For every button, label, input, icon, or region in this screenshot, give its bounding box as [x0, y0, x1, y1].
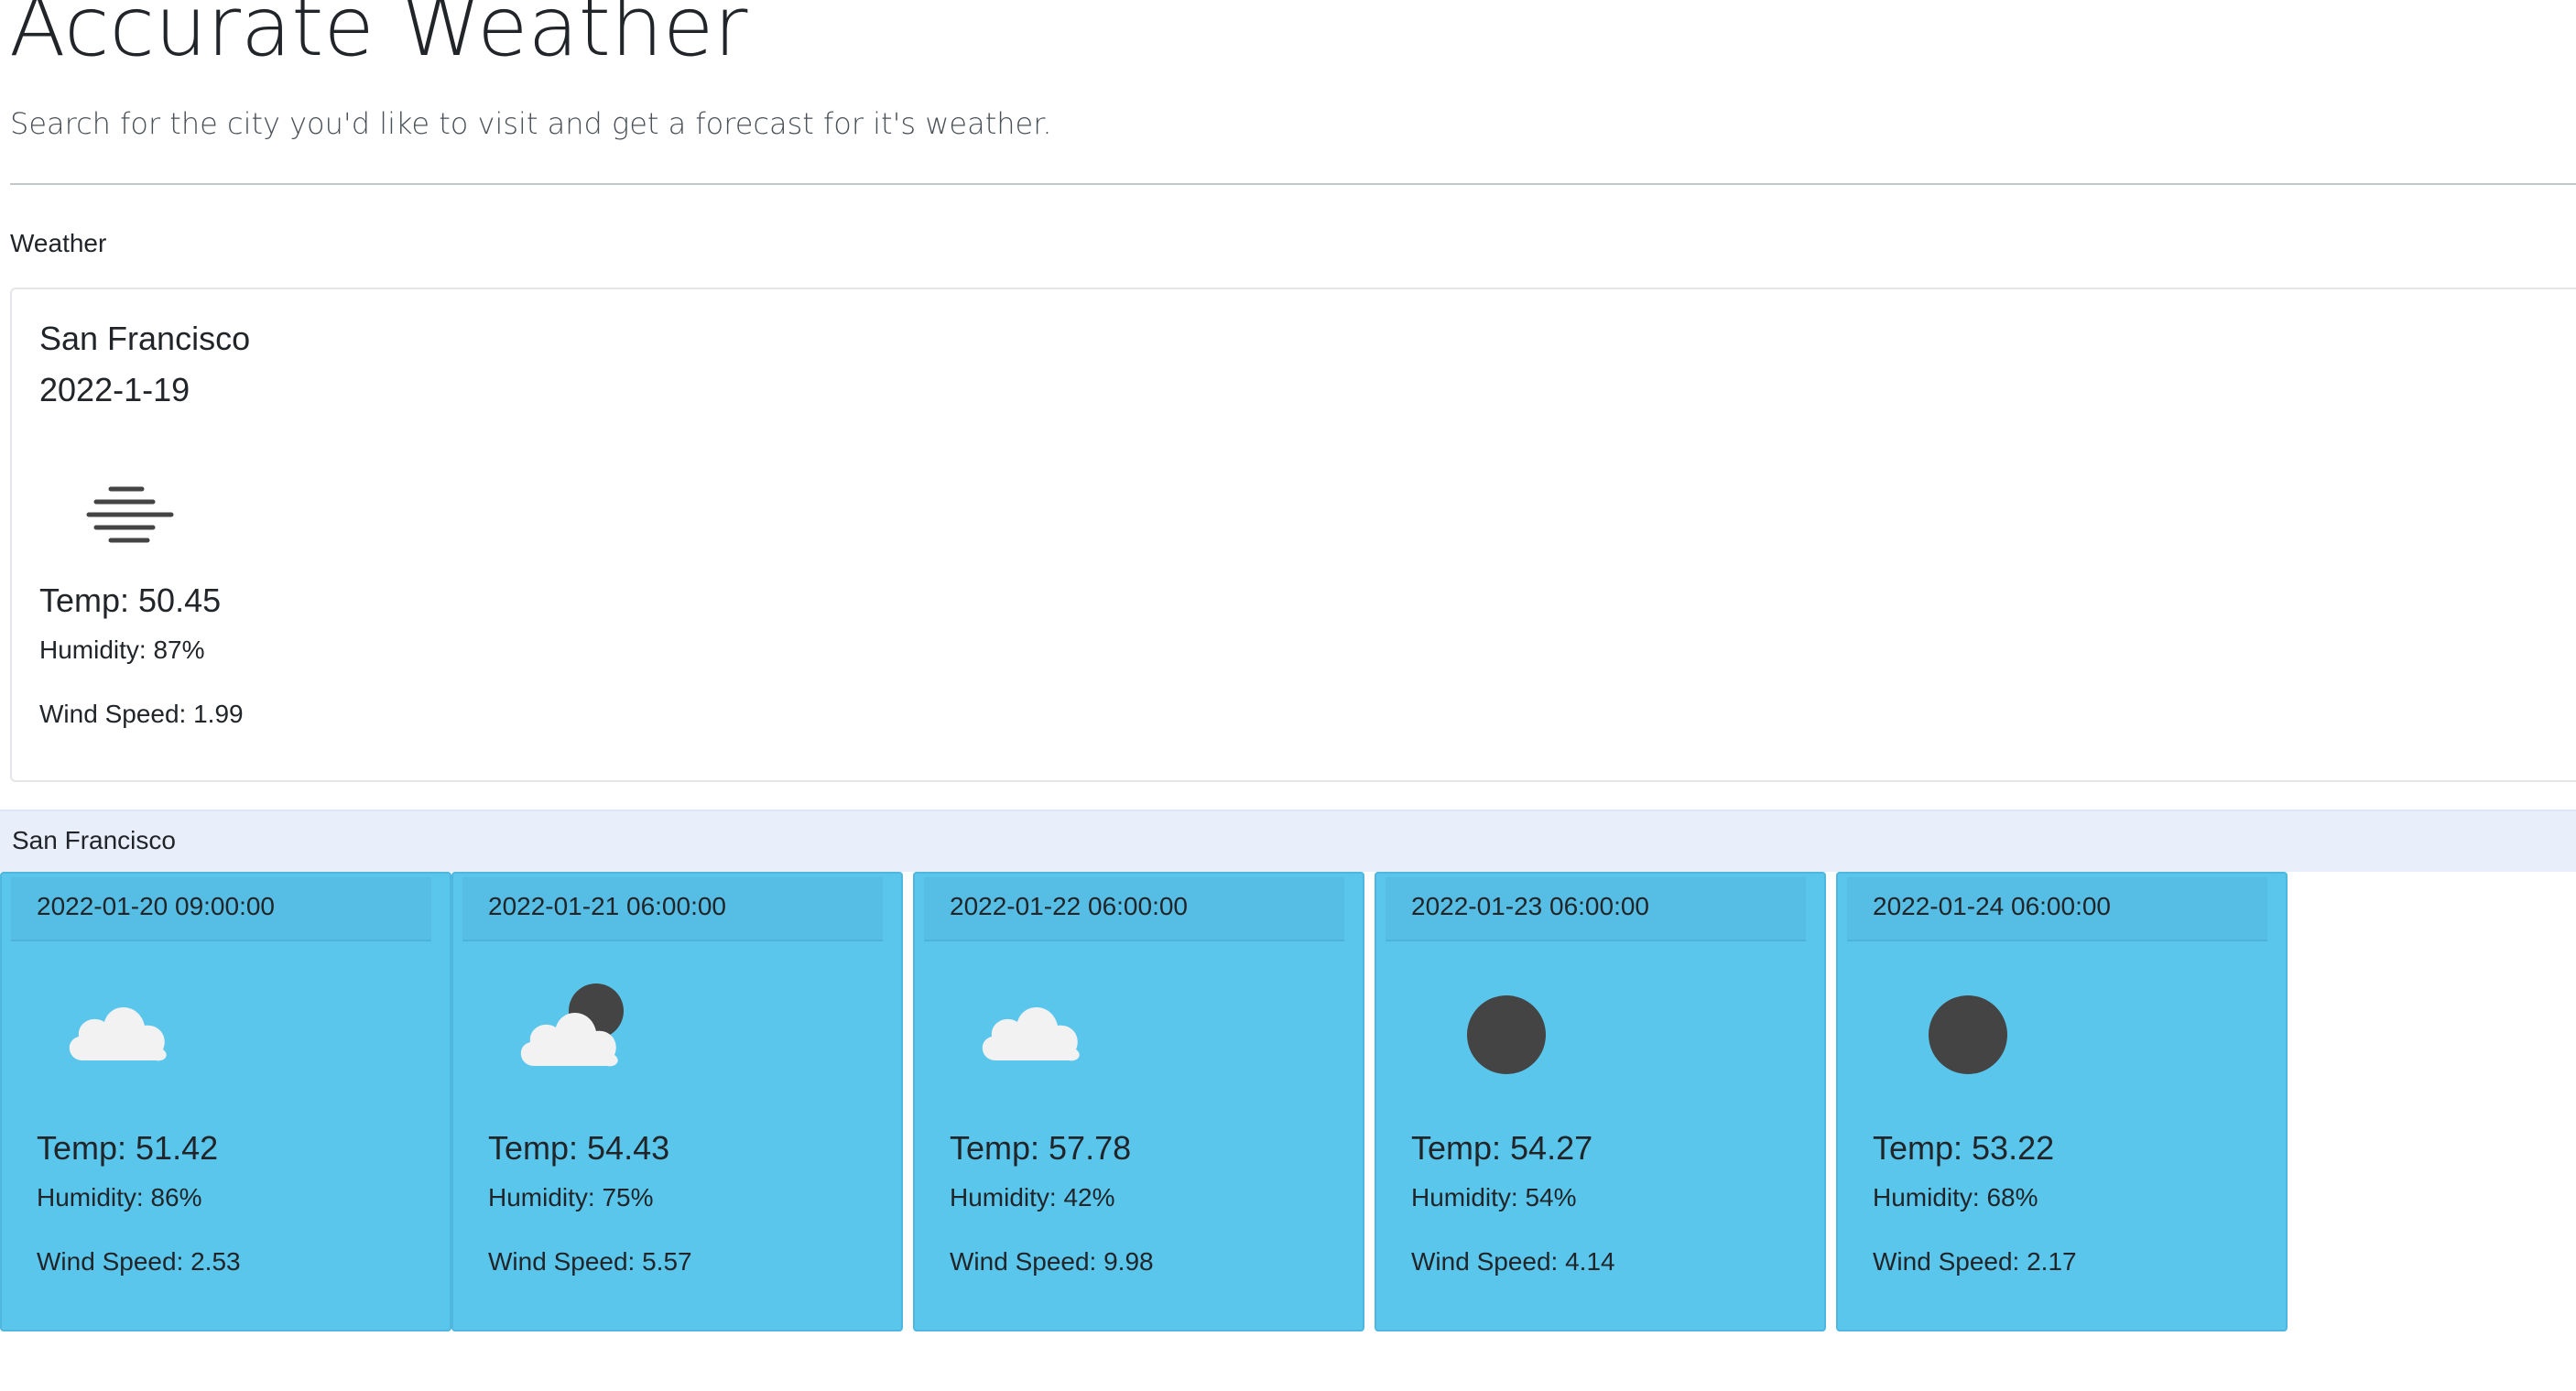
forecast-humidity: Humidity: 42%: [950, 1183, 1115, 1212]
forecast-card-header: 2022-01-22 06:00:00: [924, 877, 1344, 941]
forecast-card: 2022-01-21 06:00:00 Temp: 54.43 Humidity…: [451, 872, 903, 1331]
current-date: 2022-1-19: [39, 371, 190, 408]
page: Accurate Weather Search for the city you…: [0, 0, 2576, 1391]
forecast-city: San Francisco: [12, 826, 176, 854]
forecast-card-header: 2022-01-20 09:00:00: [11, 877, 431, 941]
forecast-wind-speed: Wind Speed: 9.98: [950, 1247, 1154, 1276]
moon-icon: [1431, 983, 1556, 1075]
current-humidity: Humidity: 87%: [39, 636, 205, 664]
forecast-date: 2022-01-20 09:00:00: [37, 892, 275, 920]
header-divider: [10, 183, 2576, 185]
current-temp: Temp: 50.45: [39, 581, 222, 619]
forecast-humidity: Humidity: 86%: [37, 1183, 202, 1212]
forecast-wind-speed: Wind Speed: 2.53: [37, 1247, 241, 1276]
forecast-date: 2022-01-24 06:00:00: [1873, 892, 2111, 920]
cloud-icon: [970, 983, 1094, 1075]
forecast-card-header: 2022-01-24 06:00:00: [1847, 877, 2267, 941]
forecast-temp: Temp: 54.43: [488, 1129, 670, 1167]
current-city: San Francisco: [39, 320, 251, 357]
forecast-humidity: Humidity: 68%: [1873, 1183, 2038, 1212]
cloud-icon: [57, 983, 181, 1075]
forecast-card: 2022-01-20 09:00:00 Temp: 51.42 Humidity…: [0, 872, 451, 1331]
forecast-temp: Temp: 57.78: [950, 1129, 1132, 1167]
forecast-date: 2022-01-22 06:00:00: [950, 892, 1188, 920]
forecast-humidity: Humidity: 54%: [1411, 1183, 1577, 1212]
current-wind-speed: Wind Speed: 1.99: [39, 700, 244, 728]
forecast-wind-speed: Wind Speed: 2.17: [1873, 1247, 2077, 1276]
forecast-date: 2022-01-23 06:00:00: [1411, 892, 1649, 920]
forecast-wind-speed: Wind Speed: 5.57: [488, 1247, 692, 1276]
forecast-wind-speed: Wind Speed: 4.14: [1411, 1247, 1615, 1276]
forecast-card: 2022-01-23 06:00:00 Temp: 54.27 Humidity…: [1375, 872, 1826, 1331]
moon-icon: [1893, 983, 2017, 1075]
current-weather-card: San Francisco 2022-1-19 Temp: 50.45 Humi…: [10, 288, 2576, 782]
cloud-moon-icon: [508, 983, 633, 1075]
forecast-date: 2022-01-21 06:00:00: [488, 892, 726, 920]
mist-icon: [69, 456, 193, 581]
forecast-header: San Francisco: [0, 810, 2576, 872]
page-title: Accurate Weather: [9, 0, 748, 75]
forecast-temp: Temp: 54.27: [1411, 1129, 1593, 1167]
forecast-humidity: Humidity: 75%: [488, 1183, 654, 1212]
forecast-temp: Temp: 51.42: [37, 1129, 219, 1167]
forecast-card: 2022-01-22 06:00:00 Temp: 57.78 Humidity…: [913, 872, 1364, 1331]
weather-section-label: Weather: [10, 229, 107, 257]
forecast-card-header: 2022-01-23 06:00:00: [1386, 877, 1806, 941]
forecast-temp: Temp: 53.22: [1873, 1129, 2055, 1167]
forecast-card: 2022-01-24 06:00:00 Temp: 53.22 Humidity…: [1836, 872, 2288, 1331]
forecast-card-header: 2022-01-21 06:00:00: [462, 877, 883, 941]
page-subtitle: Search for the city you'd like to visit …: [10, 106, 1052, 141]
